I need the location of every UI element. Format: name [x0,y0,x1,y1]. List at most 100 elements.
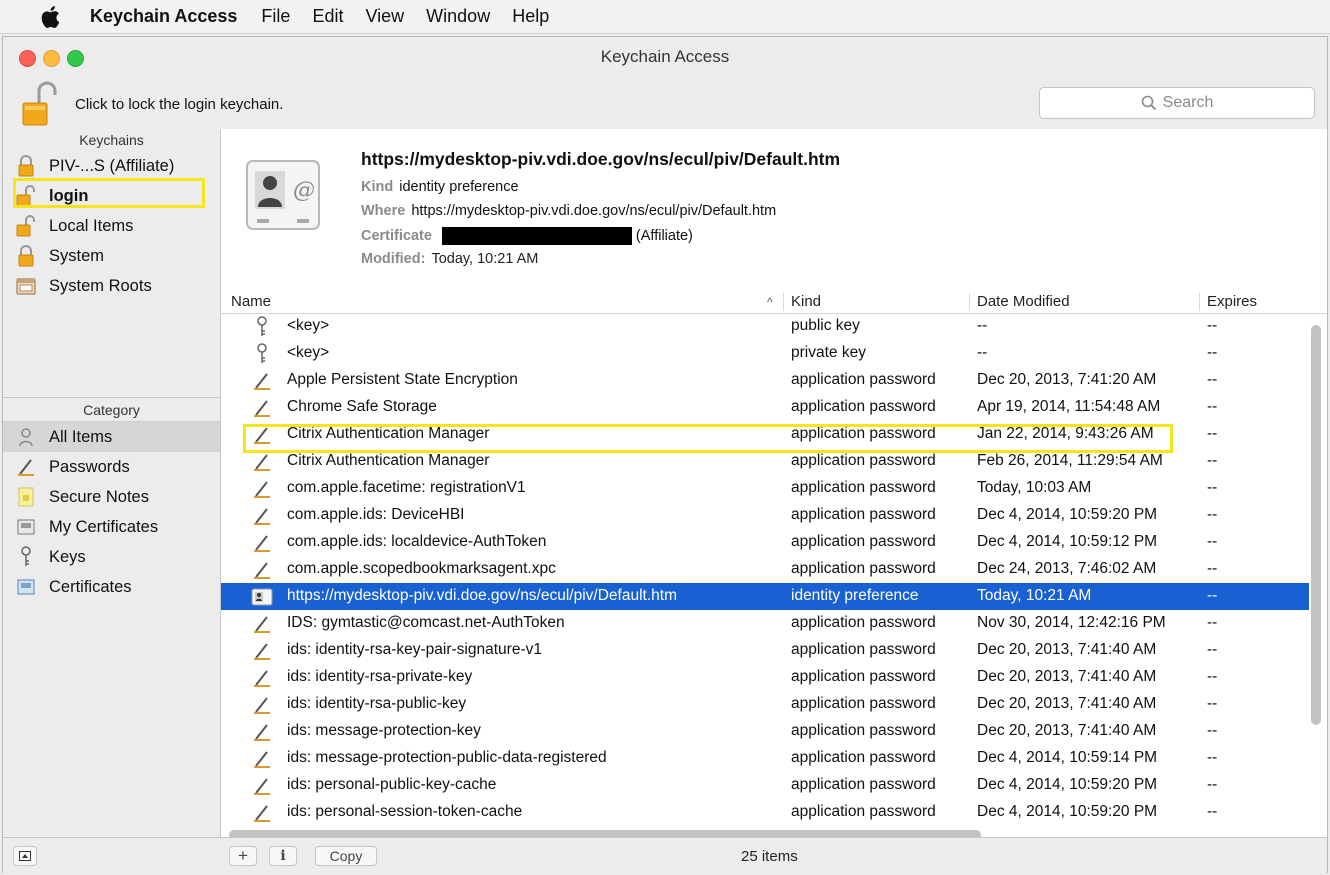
table-row[interactable]: ids: message-protection-key application p… [221,718,1309,745]
keychain-item-login[interactable]: login [3,181,220,211]
cell-name: com.apple.facetime: registrationV1 [287,479,526,496]
column-header-kind[interactable]: Kind [791,293,821,310]
menu-help[interactable]: Help [512,6,549,27]
column-divider[interactable] [969,293,970,311]
sidebar-toggle-icon [19,851,31,861]
lock-closed-icon [15,155,37,177]
cell-name: ids: message-protection-key [287,722,481,739]
menu-view[interactable]: View [365,6,404,27]
pen-icon [251,667,273,689]
keychain-label: login [49,186,89,205]
table-row[interactable]: com.apple.ids: DeviceHBI application pass… [221,502,1309,529]
keychain-item-piv[interactable]: PIV-...S (Affiliate) [3,151,220,181]
table-row[interactable]: ids: personal-session-token-cache applica… [221,799,1309,826]
keychain-label: System [49,246,105,265]
table-row[interactable]: Citrix Authentication Manager application… [221,421,1309,448]
cell-name: com.apple.ids: DeviceHBI [287,506,465,523]
add-item-button[interactable]: + [229,846,257,866]
cell-date-modified: Dec 4, 2014, 10:59:20 PM [977,776,1158,793]
keychain-label: PIV-...S (Affiliate) [49,156,175,175]
table-header: Name ^ Kind Date Modified Expires [221,291,1327,314]
category-certificates[interactable]: Certificates [3,572,220,602]
pen-icon [251,559,273,581]
keychain-window: Keychain Access Click to lock the login … [2,36,1328,874]
cell-name: Chrome Safe Storage [287,398,437,415]
vertical-scrollbar[interactable] [1311,325,1321,725]
pen-icon [251,721,273,743]
table-row[interactable]: Citrix Authentication Manager application… [221,448,1309,475]
category-all-items[interactable]: All Items [3,422,220,452]
cell-expires: -- [1207,398,1218,415]
apple-menu-icon[interactable] [40,5,76,29]
search-input[interactable]: Search [1039,87,1315,119]
identity-icon [251,586,273,608]
menu-edit[interactable]: Edit [312,6,343,27]
cell-name: com.apple.ids: localdevice-AuthToken [287,533,547,550]
bottom-bar: + i Copy 25 items [3,837,1327,874]
menu-app-name[interactable]: Keychain Access [90,6,237,27]
table-row[interactable]: ids: identity-rsa-private-key application… [221,664,1309,691]
table-row[interactable]: ids: personal-public-key-cache applicatio… [221,772,1309,799]
cell-expires: -- [1207,668,1218,685]
table-row[interactable]: IDS: gymtastic@comcast.net-AuthToken appl… [221,610,1309,637]
detail-kind-row: Kind identity preference [361,179,519,195]
cell-kind: application password [791,776,936,793]
table-row[interactable]: Apple Persistent State Encryption applica… [221,367,1309,394]
cell-name: <key> [287,344,330,361]
cell-kind: private key [791,344,866,361]
table-row[interactable]: <key> public key -- -- [221,313,1309,340]
table-row[interactable]: ids: message-protection-public-data-regi… [221,745,1309,772]
column-divider[interactable] [783,293,784,311]
identity-preference-icon: @ [243,157,323,241]
table-row[interactable]: Chrome Safe Storage application password A… [221,394,1309,421]
detail-modified-value: Today, 10:21 AM [431,251,539,267]
category-keys[interactable]: Keys [3,542,220,572]
category-passwords[interactable]: Passwords [3,452,220,482]
window-title: Keychain Access [600,47,730,66]
column-header-name[interactable]: Name [231,293,271,310]
copy-button[interactable]: Copy [315,846,377,866]
cell-expires: -- [1207,533,1218,550]
cell-name: IDS: gymtastic@comcast.net-AuthToken [287,614,565,631]
lock-open-icon[interactable] [19,81,59,131]
cell-kind: public key [791,317,860,334]
table-row[interactable]: <key> private key -- -- [221,340,1309,367]
toggle-sidebar-button[interactable] [13,846,37,866]
detail-where-value: https://mydesktop-piv.vdi.doe.gov/ns/ecu… [411,203,777,219]
keychain-item-system-roots[interactable]: System Roots [3,271,220,301]
category-label: Passwords [49,457,130,476]
sort-ascending-icon[interactable]: ^ [767,295,773,309]
table-row[interactable]: ids: identity-rsa-key-pair-signature-v1 a… [221,637,1309,664]
table-row[interactable]: com.apple.ids: localdevice-AuthToken appl… [221,529,1309,556]
info-button[interactable]: i [269,846,297,866]
item-count-status: 25 items [741,848,798,865]
column-header-expires[interactable]: Expires [1207,293,1257,310]
sidebar-divider [3,397,220,398]
pen-icon [251,532,273,554]
column-divider[interactable] [1199,293,1200,311]
main-pane: @ https://mydesktop-piv.vdi.doe.gov/ns/e… [221,129,1327,840]
category-my-certificates[interactable]: My Certificates [3,512,220,542]
cell-expires: -- [1207,803,1218,820]
cell-name: com.apple.scopedbookmarksagent.xpc [287,560,556,577]
cell-date-modified: Dec 20, 2013, 7:41:40 AM [977,668,1157,685]
table-row-selected[interactable]: https://mydesktop-piv.vdi.doe.gov/ns/ecu… [221,583,1309,610]
menu-window[interactable]: Window [426,6,490,27]
detail-modified-label: Modified: [361,251,426,267]
menu-file[interactable]: File [261,6,290,27]
table-row[interactable]: com.apple.facetime: registrationV1 applic… [221,475,1309,502]
detail-kind-value: identity preference [399,179,519,195]
cell-date-modified: -- [977,344,988,361]
title-bar: Keychain Access [3,37,1327,81]
item-detail-panel: @ https://mydesktop-piv.vdi.doe.gov/ns/e… [221,129,1327,292]
category-secure-notes[interactable]: Secure Notes [3,482,220,512]
cell-expires: -- [1207,479,1218,496]
detail-item-name: https://mydesktop-piv.vdi.doe.gov/ns/ecu… [361,149,841,169]
table-row[interactable]: ids: identity-rsa-public-key application … [221,691,1309,718]
column-header-date-modified[interactable]: Date Modified [977,293,1070,310]
table-row[interactable]: com.apple.scopedbookmarksagent.xpc applic… [221,556,1309,583]
keychain-item-system[interactable]: System [3,241,220,271]
keychain-item-local-items[interactable]: Local Items [3,211,220,241]
cell-date-modified: Dec 20, 2013, 7:41:20 AM [977,371,1157,388]
cell-name: ids: identity-rsa-key-pair-signature-v1 [287,641,542,658]
